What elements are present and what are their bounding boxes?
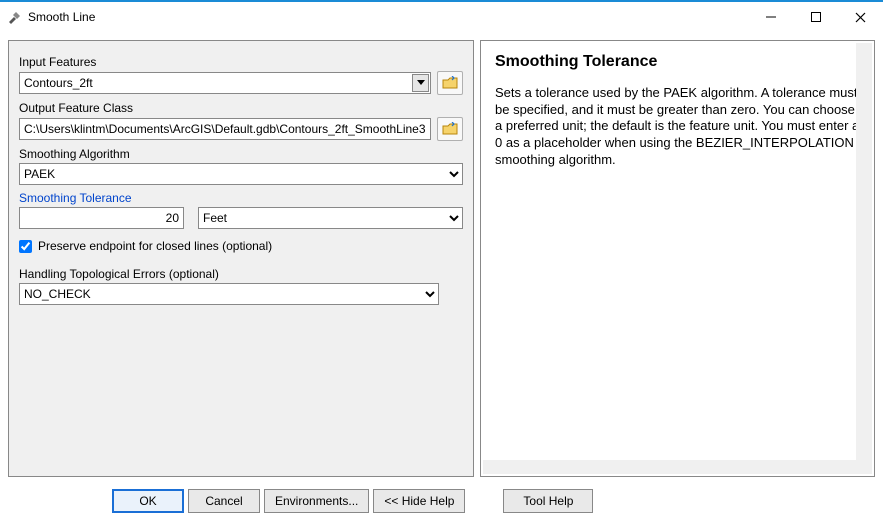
input-features-label: Input Features [19,55,463,69]
form-panel: Input Features Contours_2ft Output Featu… [8,40,474,477]
titlebar: Smooth Line [0,2,883,32]
input-features-value: Contours_2ft [24,76,93,90]
output-fc-input[interactable] [19,118,431,140]
input-features-combo[interactable]: Contours_2ft [19,72,431,94]
browse-output-button[interactable] [437,117,463,141]
vertical-scrollbar[interactable] [856,43,872,474]
tolerance-unit-select[interactable]: Feet [198,207,463,229]
window-root: Smooth Line Input Features Contours_2ft [0,0,883,525]
help-panel: Smoothing Tolerance Sets a tolerance use… [480,40,875,477]
smoothing-algorithm-label: Smoothing Algorithm [19,147,463,161]
minimize-button[interactable] [748,2,793,32]
chevron-down-icon[interactable] [412,74,429,92]
handling-errors-select[interactable]: NO_CHECK [19,283,439,305]
environments-button[interactable]: Environments... [264,489,369,513]
folder-open-icon [442,122,458,136]
tool-help-button[interactable]: Tool Help [503,489,593,513]
help-body: Sets a tolerance used by the PAEK algori… [495,85,860,168]
window-title: Smooth Line [28,10,748,24]
handling-errors-label: Handling Topological Errors (optional) [19,267,463,281]
window-controls [748,2,883,32]
smoothing-tolerance-input[interactable] [19,207,184,229]
ok-button[interactable]: OK [112,489,184,513]
smoothing-algorithm-select[interactable]: PAEK [19,163,463,185]
help-title: Smoothing Tolerance [495,53,860,71]
hide-help-button[interactable]: << Hide Help [373,489,465,513]
maximize-button[interactable] [793,2,838,32]
browse-input-button[interactable] [437,71,463,95]
cancel-button[interactable]: Cancel [188,489,260,513]
folder-open-icon [442,76,458,90]
dialog-body: Input Features Contours_2ft Output Featu… [0,32,883,477]
smoothing-tolerance-label[interactable]: Smoothing Tolerance [19,191,463,205]
button-bar: OK Cancel Environments... << Hide Help T… [0,477,883,525]
output-fc-label: Output Feature Class [19,101,463,115]
preserve-endpoint-checkbox[interactable] [19,240,32,253]
preserve-endpoint-label: Preserve endpoint for closed lines (opti… [38,239,272,253]
hammer-icon [6,9,22,25]
close-button[interactable] [838,2,883,32]
horizontal-scrollbar[interactable] [483,460,856,474]
